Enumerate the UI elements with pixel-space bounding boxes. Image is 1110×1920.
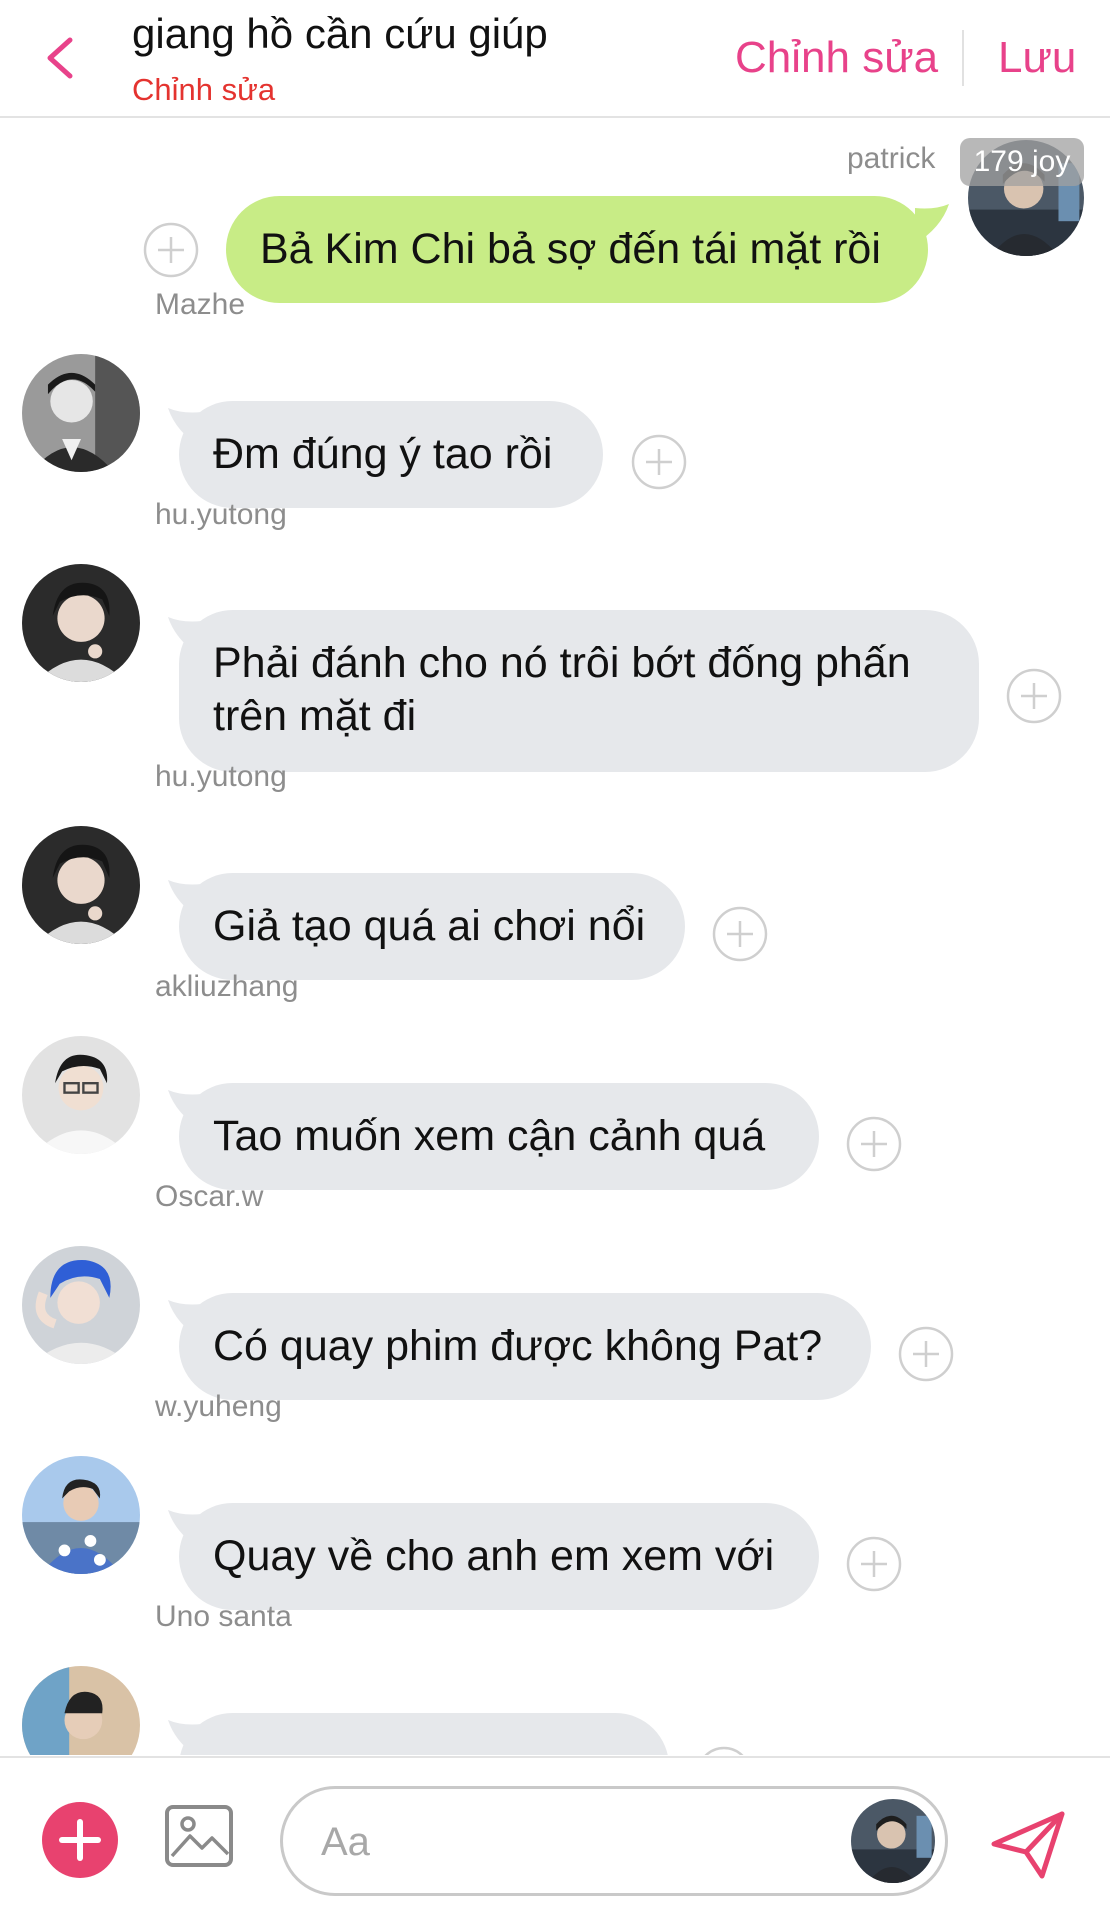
message-bubble[interactable] [179, 1713, 669, 1755]
message-list[interactable]: patrick 179 joy Bả Kim Chi bả sợ đến tái… [0, 120, 1110, 1755]
sender-name: Uno santa [155, 1600, 292, 1633]
avatar[interactable] [22, 1036, 140, 1154]
plus-circle-icon[interactable] [631, 434, 687, 490]
save-button[interactable]: Lưu [998, 33, 1076, 83]
header-bar: giang hồ cần cứu giúp Chỉnh sửa Chỉnh sử… [0, 0, 1110, 118]
plus-circle-icon[interactable] [143, 222, 199, 278]
avatar[interactable] [22, 354, 140, 472]
chat-title: giang hồ cần cứu giúp [132, 10, 548, 57]
composer-bar [0, 1756, 1110, 1920]
plus-circle-icon[interactable] [846, 1116, 902, 1172]
message-bubble[interactable]: Phải đánh cho nó trôi bớt đống phấn trên… [179, 610, 979, 772]
sender-name: Mazhe [155, 288, 246, 321]
add-icon[interactable] [42, 1802, 118, 1878]
avatar[interactable] [22, 1456, 140, 1574]
sender-avatar[interactable] [851, 1799, 935, 1883]
message-bubble[interactable]: Có quay phim được không Pat? [179, 1293, 871, 1400]
plus-circle-icon[interactable] [846, 1536, 902, 1592]
message-bubble[interactable]: Quay về cho anh em xem với [179, 1503, 819, 1610]
plus-circle-icon[interactable] [712, 906, 768, 962]
sender-name: hu.yutong [155, 498, 287, 531]
plus-circle-icon[interactable] [1006, 668, 1062, 724]
send-icon[interactable] [990, 1810, 1066, 1880]
plus-circle-icon[interactable] [696, 1746, 752, 1755]
message-bubble[interactable]: Bả Kim Chi bả sợ đến tái mặt rồi [226, 196, 928, 303]
sender-name: patrick [847, 142, 936, 175]
avatar[interactable] [22, 1666, 140, 1755]
sender-name: hu.yutong [155, 760, 287, 793]
message-bubble[interactable]: Tao muốn xem cận cảnh quá [179, 1083, 819, 1190]
edit-button[interactable]: Chỉnh sửa [735, 33, 938, 83]
message-input-wrapper[interactable] [280, 1786, 948, 1896]
chat-subtitle: Chỉnh sửa [132, 72, 276, 107]
image-icon[interactable] [164, 1804, 234, 1868]
message-bubble[interactable]: Giả tạo quá ai chơi nổi [179, 873, 685, 980]
avatar[interactable] [22, 826, 140, 944]
nickname-badge: 179 joy [960, 138, 1084, 186]
avatar[interactable] [22, 1246, 140, 1364]
sender-name: w.yuheng [155, 1390, 282, 1423]
chat-screen: giang hồ cần cứu giúp Chỉnh sửa Chỉnh sử… [0, 0, 1110, 1920]
sender-name: Oscar.w [155, 1180, 264, 1213]
message-bubble[interactable]: Đm đúng ý tao rồi [179, 401, 603, 508]
back-icon[interactable] [40, 34, 80, 82]
message-input[interactable] [321, 1813, 821, 1871]
plus-circle-icon[interactable] [898, 1326, 954, 1382]
sender-name: akliuzhang [155, 970, 299, 1003]
avatar[interactable] [22, 564, 140, 682]
header-divider [962, 30, 964, 86]
